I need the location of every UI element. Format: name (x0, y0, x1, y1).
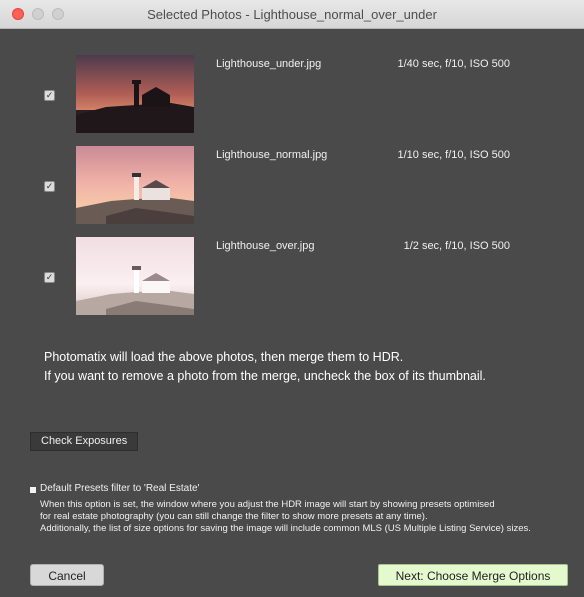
preset-desc-line-1: When this option is set, the window wher… (40, 499, 495, 510)
photo-row-normal: ✓ Lighthouse_normal.jpg 1/10 sec, f/10, … (0, 146, 584, 226)
photo-under-thumbnail (76, 55, 194, 133)
photo-under-exposure: 1/40 sec, f/10, ISO 500 (397, 58, 510, 70)
window-title: Selected Photos - Lighthouse_normal_over… (147, 7, 437, 22)
info-line-2: If you want to remove a photo from the m… (44, 369, 486, 383)
preset-desc-line-3: Additionally, the list of size options f… (40, 523, 531, 534)
cancel-button[interactable]: Cancel (30, 564, 104, 586)
photo-normal-filename: Lighthouse_normal.jpg (216, 149, 328, 161)
photo-under-checkbox[interactable]: ✓ (44, 90, 55, 101)
real-estate-preset-label: Default Presets filter to 'Real Estate' (40, 483, 200, 494)
preset-desc-line-2: for real estate photography (you can sti… (40, 511, 428, 522)
photo-normal-checkbox[interactable]: ✓ (44, 181, 55, 192)
photo-normal-exposure: 1/10 sec, f/10, ISO 500 (397, 149, 510, 161)
photo-over-filename: Lighthouse_over.jpg (216, 240, 315, 252)
info-text: Photomatix will load the above photos, t… (44, 348, 486, 386)
photo-row-under: ✓ Lighthouse_under.jpg 1/40 sec, f/10, I… (0, 55, 584, 135)
check-exposures-button[interactable]: Check Exposures (30, 432, 139, 451)
photo-normal-thumbnail (76, 146, 194, 224)
real-estate-preset-checkbox[interactable] (30, 487, 36, 493)
photo-over-exposure: 1/2 sec, f/10, ISO 500 (403, 240, 510, 252)
title-bar: Selected Photos - Lighthouse_normal_over… (0, 0, 584, 29)
next-choose-merge-options-button[interactable]: Next: Choose Merge Options (378, 564, 568, 586)
real-estate-preset-description: When this option is set, the window wher… (40, 499, 580, 535)
photo-over-thumbnail (76, 237, 194, 315)
photo-row-over: ✓ Lighthouse_over.jpg 1/2 sec, f/10, ISO… (0, 237, 584, 317)
photo-over-checkbox[interactable]: ✓ (44, 272, 55, 283)
info-line-1: Photomatix will load the above photos, t… (44, 350, 404, 364)
photo-under-filename: Lighthouse_under.jpg (216, 58, 322, 70)
